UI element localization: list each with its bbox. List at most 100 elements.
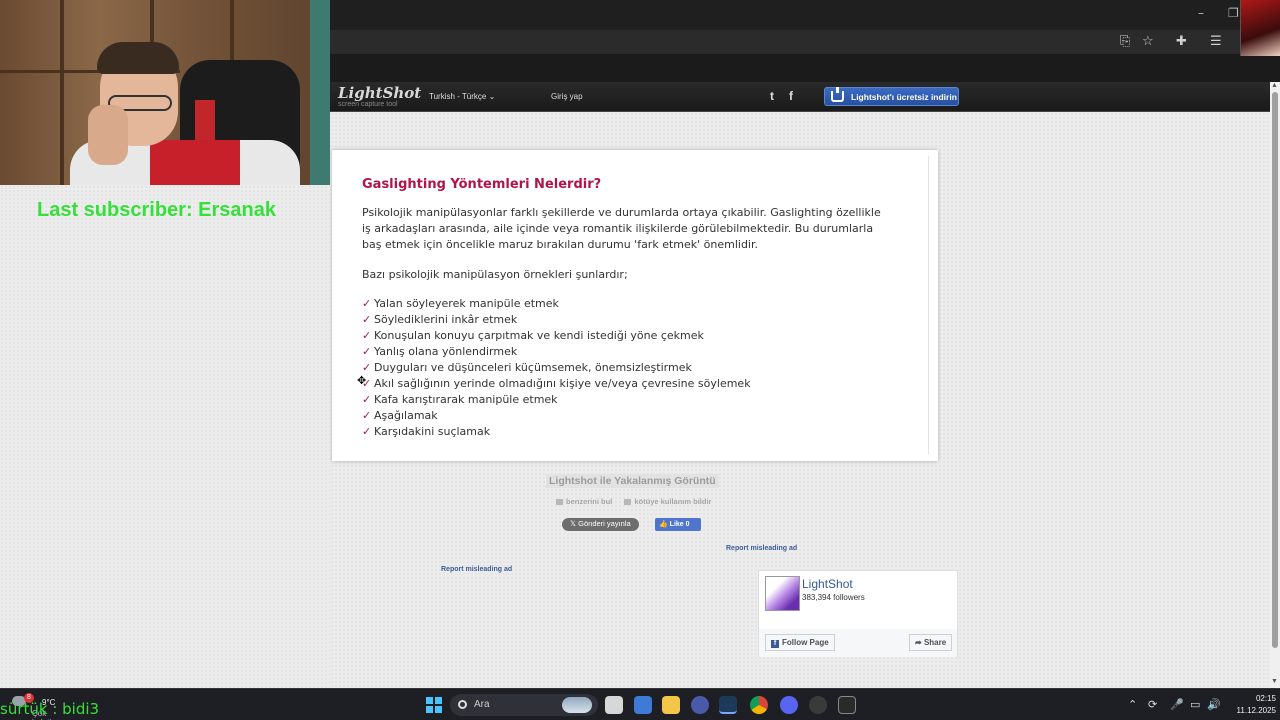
file-explorer-icon[interactable] <box>662 696 680 714</box>
report-ad-link-right[interactable]: Report misleading ad <box>726 545 797 552</box>
check-icon: ✓ <box>362 409 372 422</box>
report-abuse-link[interactable]: kötüye kullanım bildir <box>624 497 716 506</box>
tweet-label: Gönderi yayınla <box>578 519 631 528</box>
fb-page-name[interactable]: LightShot <box>802 577 853 591</box>
search-placeholder: Ara <box>474 699 490 710</box>
display-icon[interactable]: ▭ <box>1190 698 1200 711</box>
screen: – ❐ ⎘ ☆ ✚ ☰ LightShot screen capture too… <box>0 0 1280 720</box>
facebook-icon: f <box>771 640 779 648</box>
check-icon: ✓ <box>362 329 372 342</box>
restore-icon[interactable]: ❐ <box>1228 6 1239 20</box>
search-icon <box>458 700 467 709</box>
list-item: ✓ Konuşulan konuyu çarpıtmak ve kendi ist… <box>362 328 751 344</box>
streamer-hair <box>97 42 179 74</box>
fb-action-bar: f Follow Page ➦ Share <box>759 629 957 657</box>
list-item-text: Konuşulan konuyu çarpıtmak ve kendi iste… <box>374 329 704 342</box>
share-icon: ➦ <box>915 638 924 647</box>
facebook-page-widget: LightShot 383,394 followers f Follow Page… <box>758 570 958 657</box>
like-label: Like 0 <box>669 521 690 528</box>
thumbs-up-icon: 👍 <box>659 521 670 528</box>
language-select[interactable]: Turkish - Türkçe ⌄ <box>429 92 495 101</box>
report-ad-link-left[interactable]: Report misleading ad <box>441 566 512 573</box>
list-item-text: Söylediklerini inkâr etmek <box>374 313 518 326</box>
list-item: ✓ Söylediklerini inkâr etmek <box>362 312 751 328</box>
scroll-down-icon[interactable]: ▼ <box>1271 678 1278 685</box>
check-icon: ✓ <box>362 425 372 438</box>
date: 11.12.2025 <box>1236 706 1276 715</box>
report-abuse-label: kötüye kullanım bildir <box>634 497 712 506</box>
download-label: Lightshot'ı ücretsiz indirin <box>851 92 957 102</box>
follow-page-button[interactable]: f Follow Page <box>765 634 835 651</box>
article-title: Gaslighting Yöntemleri Nelerdir? <box>362 177 602 192</box>
list-item-text: Karşıdakini suçlamak <box>374 425 491 438</box>
system-clock[interactable]: 02:15 11.12.2025 <box>1226 693 1276 717</box>
facebook-like-button[interactable]: 👍 Like 0 <box>655 518 701 531</box>
list-item: ✓ Yanlış olana yönlendirmek <box>362 344 751 360</box>
move-cursor-icon: ✥ <box>357 374 367 387</box>
webcam-feed <box>0 0 330 185</box>
lightshot-tagline: screen capture tool <box>338 101 398 108</box>
caption-links: benzerini bul kötüye kullanım bildir <box>556 497 721 506</box>
list-item: ✓ Akıl sağlığının yerinde olmadığını kişi… <box>362 376 751 392</box>
browser-titlebar: – ❐ <box>330 0 1280 30</box>
taskbar: 8 9°C Çok bulutlu Ara ⌃ ⟳ 🎤 ▭ 🔊 02:15 11… <box>0 688 1280 720</box>
find-similar-link[interactable]: benzerini bul <box>556 497 617 506</box>
vpn-icon[interactable] <box>691 696 709 714</box>
check-icon: ✓ <box>362 345 372 358</box>
extensions-icon[interactable]: ✚ <box>1176 34 1187 49</box>
discord-icon[interactable] <box>780 696 798 714</box>
browser-toolbar: ⎘ ☆ ✚ ☰ <box>330 30 1280 54</box>
start-button[interactable] <box>426 697 442 713</box>
cabinet-edge <box>60 0 64 185</box>
chevron-down-icon: ⌄ <box>488 92 496 101</box>
lightshot-logo[interactable]: LightShot <box>338 84 421 102</box>
card-divider <box>928 156 929 454</box>
taskbar-search[interactable]: Ara <box>450 694 598 716</box>
facebook-icon[interactable]: f <box>789 89 793 103</box>
list-item-text: Kafa karıştırarak manipüle etmek <box>374 393 558 406</box>
list-item-text: Yalan söyleyerek manipüle etmek <box>374 297 559 310</box>
search-highlight-icon <box>562 697 592 713</box>
reading-list-icon[interactable]: ☰ <box>1210 34 1222 49</box>
scroll-up-icon[interactable]: ▲ <box>1271 82 1278 89</box>
list-item-text: Aşağılamak <box>374 409 438 422</box>
image-icon <box>556 499 563 506</box>
minimize-icon[interactable]: – <box>1198 6 1204 20</box>
download-button[interactable]: Lightshot'ı ücretsiz indirin <box>824 87 959 106</box>
twitter-icon[interactable]: t <box>770 89 774 103</box>
profile-avatar[interactable] <box>1240 0 1280 56</box>
obs-icon[interactable] <box>809 696 827 714</box>
install-app-icon[interactable]: ⎘ <box>1120 34 1130 49</box>
screenshot-card: Gaslighting Yöntemleri Nelerdir? Psikolo… <box>332 150 938 461</box>
x-icon: 𝕏 <box>570 519 579 528</box>
microphone-icon[interactable]: 🎤 <box>1170 698 1184 711</box>
bookmark-star-icon[interactable]: ☆ <box>1142 34 1154 49</box>
calculator-icon[interactable] <box>634 696 652 714</box>
list-item: ✓ Duyguları ve düşünceleri küçümsemek, ön… <box>362 360 751 376</box>
check-icon: ✓ <box>362 313 372 326</box>
windows-logo-icon <box>426 697 433 704</box>
chat-name-overlay: sürtük : bidi3 <box>0 700 100 718</box>
list-item-text: Yanlış olana yönlendirmek <box>374 345 518 358</box>
list-item: ✓ Kafa karıştırarak manipüle etmek <box>362 392 751 408</box>
chevron-up-icon[interactable]: ⌃ <box>1128 698 1137 711</box>
shirt-stripe <box>150 140 240 185</box>
login-link[interactable]: Giriş yap <box>551 92 583 101</box>
page-scrollbar[interactable]: ▲ ▼ <box>1270 82 1280 688</box>
share-label: Share <box>923 638 947 647</box>
last-subscriber-overlay: Last subscriber: Ersanak <box>37 199 276 221</box>
list-item: ✓ Aşağılamak <box>362 408 751 424</box>
article-paragraph-intro: Bazı psikolojik manipülasyon örnekleri ş… <box>362 268 628 281</box>
tweet-button[interactable]: 𝕏 Gönderi yayınla <box>562 518 639 531</box>
check-icon: ✓ <box>362 393 372 406</box>
task-view-icon[interactable] <box>605 696 623 714</box>
left-background <box>0 185 330 688</box>
epic-games-icon[interactable] <box>838 696 856 714</box>
lightshot-feather-icon[interactable] <box>765 576 800 611</box>
volume-icon[interactable]: 🔊 <box>1207 698 1221 711</box>
share-button[interactable]: ➦ Share <box>909 634 953 651</box>
chrome-icon[interactable] <box>750 696 768 714</box>
sync-icon[interactable]: ⟳ <box>1148 698 1157 711</box>
scroll-thumb[interactable] <box>1272 92 1278 648</box>
steam-icon[interactable] <box>719 696 737 714</box>
